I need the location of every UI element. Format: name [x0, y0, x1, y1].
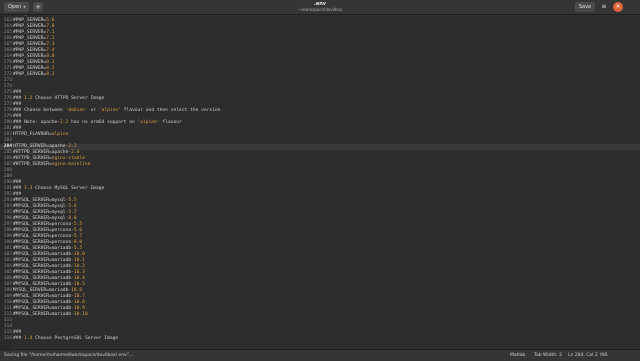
document-path: ~/workspace/devilbox	[297, 7, 343, 12]
code-line[interactable]: 316 ### 1.4 Choose PostgreSQL Server Imag…	[0, 336, 640, 342]
text-editor[interactable]: 262#PHP_SERVER=5.5263#PHP_SERVER=5.6264#…	[0, 15, 640, 349]
tab-width-selector[interactable]: Tab Width: 2	[534, 353, 562, 358]
header-bar: Open ▾ + .env ~/workspace/devilbox Save …	[0, 0, 640, 15]
hamburger-menu-icon[interactable]: ≡	[599, 2, 609, 12]
title-box: .env ~/workspace/devilbox	[270, 1, 370, 12]
cursor-position[interactable]: Ln 284, Col 2	[568, 353, 598, 358]
insert-mode: INS	[600, 353, 608, 358]
close-icon[interactable]: ×	[613, 2, 623, 12]
line-number: 316	[3, 336, 12, 341]
save-button[interactable]: Save	[575, 2, 595, 12]
chevron-down-icon: ▾	[23, 4, 26, 9]
line-text: ### 1.4 Choose PostgreSQL Server Image	[13, 336, 119, 341]
new-tab-button[interactable]: +	[33, 2, 43, 12]
open-button[interactable]: Open ▾	[4, 2, 30, 12]
code-lines: 262#PHP_SERVER=5.5263#PHP_SERVER=5.6264#…	[0, 15, 640, 342]
language-selector[interactable]: Matlab	[510, 353, 525, 358]
editor-window: Open ▾ + .env ~/workspace/devilbox Save …	[0, 0, 640, 361]
status-bar: Saving file "/home/mohamed/workspace/dev…	[0, 349, 640, 361]
status-message: Saving file "/home/mohamed/workspace/dev…	[4, 353, 134, 358]
open-label: Open	[8, 4, 22, 10]
